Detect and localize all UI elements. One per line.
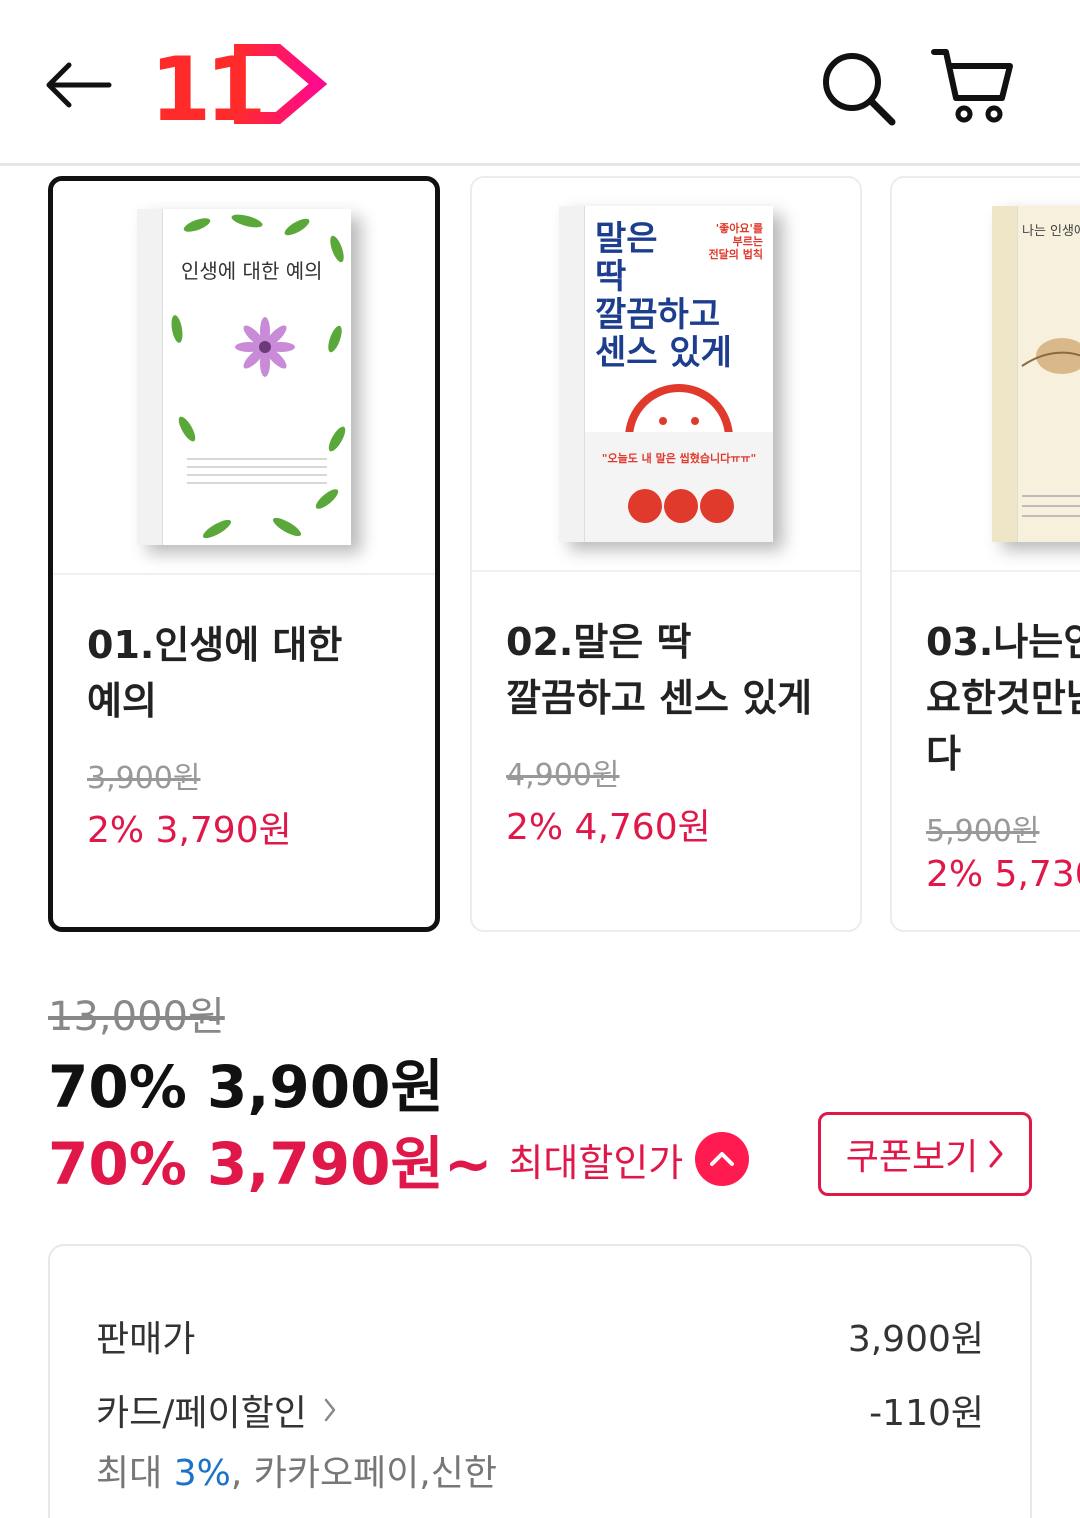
set-product-carousel[interactable]: 인생에 대한 예의 01.인생에 대한 예의 3,900원 2% 3,790원 … [0, 170, 1080, 940]
coupon-button-label: 쿠폰보기 [845, 1137, 979, 1178]
card-title: 03.나는인 요한것만남 다 [926, 620, 1080, 776]
book-cover-band: "오늘도 내 말은 씹혔습니다ㅠㅠ" [601, 452, 757, 465]
card-discount-note: 최대 3%, 카카오페이,신한 [96, 1444, 497, 1496]
sale-price-label: 판매가 [96, 1319, 196, 1360]
card-original-price: 4,900원 [506, 758, 620, 793]
price-breakdown-panel: 판매가 3,900원 카드/페이할인 -110원 최대 3%, 카카오페이,신한 [48, 1244, 1032, 1518]
card-title: 02.말은 딱 깔끔하고 센스 있게 [506, 620, 813, 720]
card-note-percent: 3% [173, 1453, 231, 1494]
card-original-price: 5,900원 [926, 814, 1040, 849]
card-discount-label: 카드/페이할인 [96, 1393, 307, 1434]
best-price-label: 최대할인가 [508, 1140, 684, 1185]
card-discount-link[interactable]: 카드/페이할인 [96, 1384, 337, 1436]
card-discount-row: 카드/페이할인 -110원 [96, 1384, 984, 1436]
arrow-left-icon [46, 62, 112, 108]
view-coupon-button[interactable]: 쿠폰보기 [818, 1112, 1032, 1196]
card-sale-price: 2% 4,760원 [506, 807, 711, 848]
card-discount-value: -110원 [869, 1393, 984, 1434]
main-price: 70% 3,900원 [48, 1053, 444, 1121]
original-total-price: 13,000원 [48, 994, 225, 1040]
cart-icon [931, 49, 1013, 123]
best-price-row: 70% 3,790원~ 최대할인가 [48, 1124, 750, 1198]
card-title: 01.인생에 대한 예의 [87, 623, 343, 723]
chevron-up-icon [710, 1152, 735, 1166]
search-icon [823, 53, 896, 126]
sale-price-row: 판매가 3,900원 [96, 1310, 984, 1362]
book-cover-title: 인생에 대한 예의 [181, 259, 323, 283]
book-cover-3: 나는 인생에서 [892, 178, 1080, 572]
product-card-1[interactable]: 인생에 대한 예의 01.인생에 대한 예의 3,900원 2% 3,790원 [48, 176, 440, 932]
card-note-suffix: , 카카오페이,신한 [230, 1453, 497, 1494]
top-header: 11 [0, 0, 1080, 166]
card-sale-price: 2% 5,730 [926, 854, 1080, 895]
chevron-right-icon [324, 1398, 336, 1422]
search-button[interactable] [818, 48, 900, 130]
11st-logo[interactable]: 11 [150, 38, 330, 141]
best-price-toggle[interactable] [695, 1132, 750, 1186]
sale-price-value: 3,900원 [847, 1319, 984, 1360]
cart-button[interactable] [930, 44, 1020, 128]
product-card-3[interactable]: 나는 인생에서 03.나는인 요한것만남 다 5,900원 2% 5,730 [890, 176, 1080, 932]
card-original-price: 3,900원 [87, 761, 201, 796]
book-cover-1: 인생에 대한 예의 [53, 181, 435, 575]
back-button[interactable] [40, 50, 116, 120]
card-note-prefix: 최대 [96, 1453, 174, 1494]
best-price: 70% 3,790원~ [48, 1130, 493, 1198]
product-card-2[interactable]: 말은 딱 깔끔하고 센스 있게 '좋아요'를 부르는 전달의 법칙 "오늘도 내… [470, 176, 862, 932]
chevron-right-icon [989, 1140, 1003, 1168]
card-sale-price: 2% 3,790원 [87, 810, 292, 851]
book-cover-2: 말은 딱 깔끔하고 센스 있게 '좋아요'를 부르는 전달의 법칙 "오늘도 내… [472, 178, 860, 572]
